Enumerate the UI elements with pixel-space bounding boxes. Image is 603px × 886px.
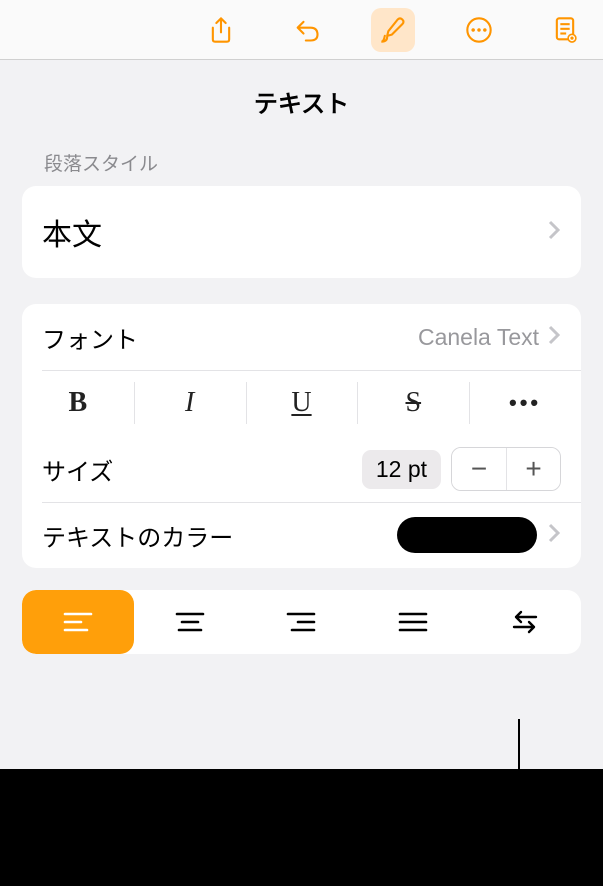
top-toolbar [0, 0, 603, 60]
italic-button[interactable]: I [134, 370, 246, 436]
align-right-icon [286, 610, 316, 634]
text-direction-button[interactable] [469, 590, 581, 654]
chevron-right-icon [547, 220, 561, 245]
share-icon [207, 16, 235, 44]
alignment-bar [22, 590, 581, 654]
align-left-icon [63, 610, 93, 634]
strikethrough-button[interactable]: S [357, 370, 469, 436]
more-button[interactable] [457, 8, 501, 52]
callout-line [518, 719, 520, 859]
text-direction-icon [510, 610, 540, 634]
text-format-card: フォント Canela Text B I U S ••• サイズ [22, 304, 581, 568]
align-justify-button[interactable] [357, 590, 469, 654]
paragraph-style-value: 本文 [42, 210, 102, 254]
paragraph-style-label: 段落スタイル [22, 149, 581, 186]
size-label: サイズ [42, 452, 113, 487]
more-styles-button[interactable]: ••• [469, 370, 581, 436]
format-brush-icon [379, 16, 407, 44]
align-left-button[interactable] [22, 590, 134, 654]
size-decrement-button[interactable]: − [452, 448, 506, 490]
paragraph-style-card: 本文 [22, 186, 581, 278]
font-style-row: B I U S ••• [22, 370, 581, 436]
chevron-right-icon [547, 325, 561, 350]
chevron-right-icon [547, 523, 561, 548]
size-value[interactable]: 12 pt [362, 450, 441, 489]
paragraph-style-row[interactable]: 本文 [22, 186, 581, 278]
format-button[interactable] [371, 8, 415, 52]
undo-button[interactable] [285, 8, 329, 52]
undo-icon [293, 16, 321, 44]
size-stepper: − + [451, 447, 561, 491]
align-center-icon [175, 610, 205, 634]
size-increment-button[interactable]: + [506, 448, 560, 490]
align-right-button[interactable] [246, 590, 358, 654]
align-justify-icon [398, 610, 428, 634]
font-row[interactable]: フォント Canela Text [22, 304, 581, 370]
document-mode-button[interactable] [543, 8, 587, 52]
underline-button[interactable]: U [246, 370, 358, 436]
bold-button[interactable]: B [22, 370, 134, 436]
document-icon [551, 16, 579, 44]
text-color-swatch[interactable] [397, 517, 537, 553]
font-value: Canela Text [418, 324, 539, 351]
format-panel: テキスト 段落スタイル 本文 フォント Canela Text [0, 60, 603, 769]
panel-title: テキスト [22, 60, 581, 149]
text-color-label: テキストのカラー [42, 518, 233, 553]
share-button[interactable] [199, 8, 243, 52]
font-label: フォント [42, 320, 138, 355]
text-color-row[interactable]: テキストのカラー [22, 502, 581, 568]
align-center-button[interactable] [134, 590, 246, 654]
size-row: サイズ 12 pt − + [22, 436, 581, 502]
more-circle-icon [465, 16, 493, 44]
